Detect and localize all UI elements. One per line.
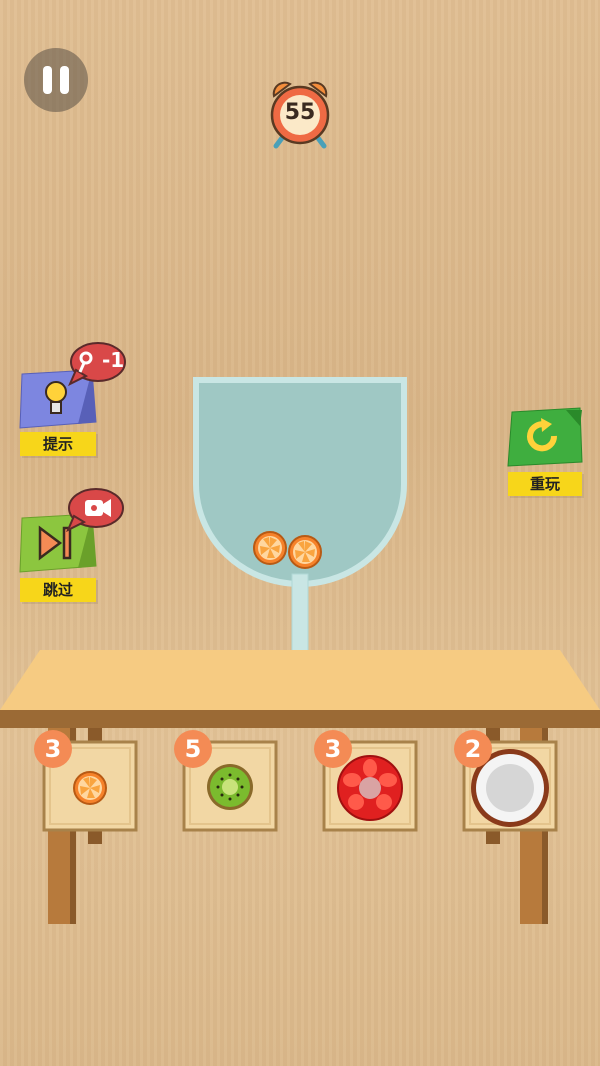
fruit-card-tomato[interactable]: 3 <box>314 730 418 834</box>
pause-icon <box>24 48 88 112</box>
fruit-card-coconut[interactable]: 2 <box>454 730 558 834</box>
countdown-timer: 55 <box>266 78 334 150</box>
hint-badge-text: -1 <box>102 348 125 372</box>
wine-glass <box>193 377 407 690</box>
card-count: 5 <box>174 730 212 768</box>
timer-value: 55 <box>284 100 316 125</box>
replay-card <box>507 407 583 467</box>
hint-label: 提示 <box>20 432 96 456</box>
fruit-card-orange[interactable]: 3 <box>34 730 138 834</box>
card-count: 3 <box>34 730 72 768</box>
tomato-slice-icon <box>337 755 403 821</box>
hint-button[interactable]: -1 提示 <box>18 340 128 460</box>
video-badge <box>66 488 124 532</box>
glass-orange-slice <box>288 535 322 569</box>
replay-button[interactable]: 重玩 <box>500 404 590 500</box>
video-icon <box>85 499 111 517</box>
skip-button[interactable]: 跳过 <box>18 486 128 606</box>
pause-button[interactable] <box>24 48 88 112</box>
kiwi-slice-icon <box>207 764 253 810</box>
card-count: 3 <box>314 730 352 768</box>
card-count: 2 <box>454 730 492 768</box>
glass-orange-slice <box>253 531 287 565</box>
skip-label: 跳过 <box>20 578 96 602</box>
replay-label: 重玩 <box>508 472 582 496</box>
fruit-card-kiwi[interactable]: 5 <box>174 730 278 834</box>
orange-slice-icon <box>73 771 107 805</box>
